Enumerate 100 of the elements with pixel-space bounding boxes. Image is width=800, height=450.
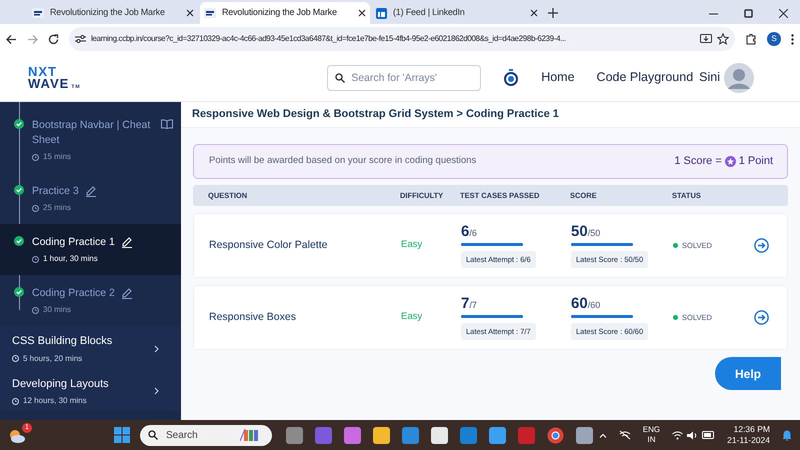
score-value: 50: [571, 223, 588, 240]
install-icon[interactable]: [700, 34, 712, 44]
language-text: IN: [647, 435, 656, 445]
extensions-icon[interactable]: [745, 33, 757, 45]
score-total: /7: [469, 299, 477, 312]
clock[interactable]: 12:36 PM 21-11-2024: [727, 424, 770, 446]
lesson-item[interactable]: Coding Practice 1 1 hour, 30 mins: [0, 224, 181, 275]
arrow-right-icon[interactable]: [754, 238, 769, 253]
clock-icon: [12, 398, 19, 404]
lesson-duration: 1 hour, 30 mins: [43, 253, 98, 265]
pencil-icon: [120, 287, 133, 299]
lesson-item[interactable]: Practice 3 25 mins: [0, 173, 181, 224]
taskbar-app-icon[interactable]: [431, 426, 448, 444]
site-settings-icon[interactable]: [75, 34, 86, 44]
reload-icon[interactable]: [48, 34, 59, 44]
module-item[interactable]: Developing Layouts 12 hours, 30 mins: [0, 368, 181, 411]
menu-icon[interactable]: [791, 34, 794, 44]
chevron-right-icon: [154, 387, 159, 396]
search-field[interactable]: Search for 'Arrays': [327, 64, 482, 90]
lesson-title: Coding Practice 2: [32, 286, 115, 301]
chevron-right-icon: [154, 344, 159, 353]
score-value: 6: [461, 223, 470, 240]
difficulty-label: Easy: [401, 310, 424, 324]
wifi-icon[interactable]: [672, 430, 684, 440]
module-duration: 12 hours, 30 mins: [23, 395, 87, 407]
score-total: /50: [588, 227, 600, 240]
tab-title: Revolutionizing the Job Marke: [50, 6, 166, 20]
points-label: 1 Point: [738, 154, 773, 170]
status-dot-icon: [673, 243, 678, 248]
close-icon[interactable]: [779, 8, 788, 18]
clock-icon: [32, 204, 39, 212]
taskbar-search-field[interactable]: Search: [140, 424, 272, 446]
module-title: CSS Building Blocks: [12, 334, 114, 349]
favicon-icon: [376, 8, 387, 18]
arrow-right-icon[interactable]: [754, 310, 769, 325]
notice-text: Points will be awarded based on your score in coding questions: [209, 154, 478, 168]
clock-icon: [32, 154, 39, 160]
search-icon: [335, 72, 346, 82]
user-name: Sini: [699, 69, 720, 86]
close-icon[interactable]: [530, 9, 538, 17]
date-text: 21-11-2024: [727, 435, 770, 446]
taskbar-app-icon[interactable]: [373, 426, 390, 444]
browser-tab[interactable]: (1) Feed | LinkedIn: [372, 2, 542, 24]
logo-text: NXT: [28, 66, 58, 78]
address-bar[interactable]: learning.ccbp.in/course?c_id=32710329-ac4c-4c66-ad93-45e1cd3a6487&t_id=fce1e7be-fe15-4fb4-95e2-e6021862d008&s_id=d4ae298b-6239-4...: [69, 27, 735, 51]
taskbar-app-icon[interactable]: [576, 426, 593, 444]
points-coin-icon: [724, 156, 736, 167]
windows-start-icon[interactable]: [114, 427, 130, 443]
lesson-title: Bootstrap Navbar | Cheat Sheet: [32, 118, 152, 148]
no-cloud-icon[interactable]: [618, 430, 631, 440]
avatar-icon[interactable]: [724, 62, 754, 92]
stopwatch-icon[interactable]: [503, 69, 520, 86]
volume-icon[interactable]: [687, 430, 698, 440]
nav-link[interactable]: Home: [541, 68, 575, 87]
url-text: learning.ccbp.in/course?c_id=32710329-ac4c-4c66-ad93-45e1cd3a6487&t_id=fce1e7be-fe15-4fb4-95e2-e6021862d008&s_id=d4ae298b-6239-4...: [91, 33, 567, 45]
bookmark-star-icon[interactable]: [717, 33, 729, 45]
clock-icon: [32, 256, 39, 262]
breadcrumb: Responsive Web Design & Bootstrap Grid System > Coding Practice 1: [192, 107, 559, 122]
close-icon[interactable]: [186, 9, 194, 17]
favicon-icon: [32, 8, 44, 18]
score-total: /6: [469, 227, 477, 240]
help-button[interactable]: Help: [715, 357, 781, 390]
nav-link[interactable]: Code Playground: [596, 68, 694, 87]
tab-title: Revolutionizing the Job Marke: [222, 6, 338, 20]
chevron-up-icon[interactable]: [598, 432, 607, 438]
difficulty-label: Easy: [401, 238, 424, 252]
language-text: ENG: [642, 425, 660, 435]
browser-tab[interactable]: Revolutionizing the Job Marke: [28, 2, 198, 24]
battery-icon[interactable]: [702, 431, 716, 439]
language-indicator[interactable]: ENG IN: [642, 425, 660, 445]
module-title: Developing Layouts: [12, 376, 110, 392]
score-total: /60: [588, 299, 600, 312]
lesson-duration: 25 mins: [43, 202, 72, 214]
browser-tab[interactable]: Revolutionizing the Job Marke: [200, 2, 370, 24]
module-item[interactable]: CSS Building Blocks 5 hours, 20 mins: [0, 326, 181, 368]
lesson-title: Practice 3: [32, 184, 79, 199]
score-value: 7: [461, 295, 470, 312]
pencil-icon: [84, 185, 97, 197]
logo-text: WAVE: [28, 78, 70, 90]
lesson-item[interactable]: Coding Practice 2 30 mins: [0, 275, 181, 326]
lesson-duration: 15 mins: [43, 151, 72, 163]
lesson-item[interactable]: Bootstrap Navbar | Cheat Sheet 15 mins: [0, 102, 181, 173]
weather-icon[interactable]: [8, 428, 26, 444]
clock-icon: [32, 306, 39, 314]
lesson-duration: 30 mins: [43, 304, 72, 316]
close-icon[interactable]: [358, 9, 366, 17]
profile-avatar[interactable]: S: [767, 32, 781, 46]
tab-title: (1) Feed | LinkedIn: [393, 6, 466, 20]
notification-bell-icon[interactable]: [782, 430, 792, 440]
favicon-icon: [204, 8, 216, 18]
search-placeholder: Search: [166, 428, 199, 442]
status-dot-icon: [673, 315, 678, 320]
new-tab-icon[interactable]: [548, 8, 558, 18]
search-icon: [148, 430, 158, 440]
back-icon[interactable]: [6, 34, 17, 44]
score-label: 1 Score =: [674, 154, 722, 170]
time-text: 12:36 PM: [734, 424, 770, 435]
module-duration: 5 hours, 20 mins: [23, 352, 82, 364]
taskbar-app-icon[interactable]: [547, 426, 564, 444]
restore-icon[interactable]: [744, 8, 753, 18]
